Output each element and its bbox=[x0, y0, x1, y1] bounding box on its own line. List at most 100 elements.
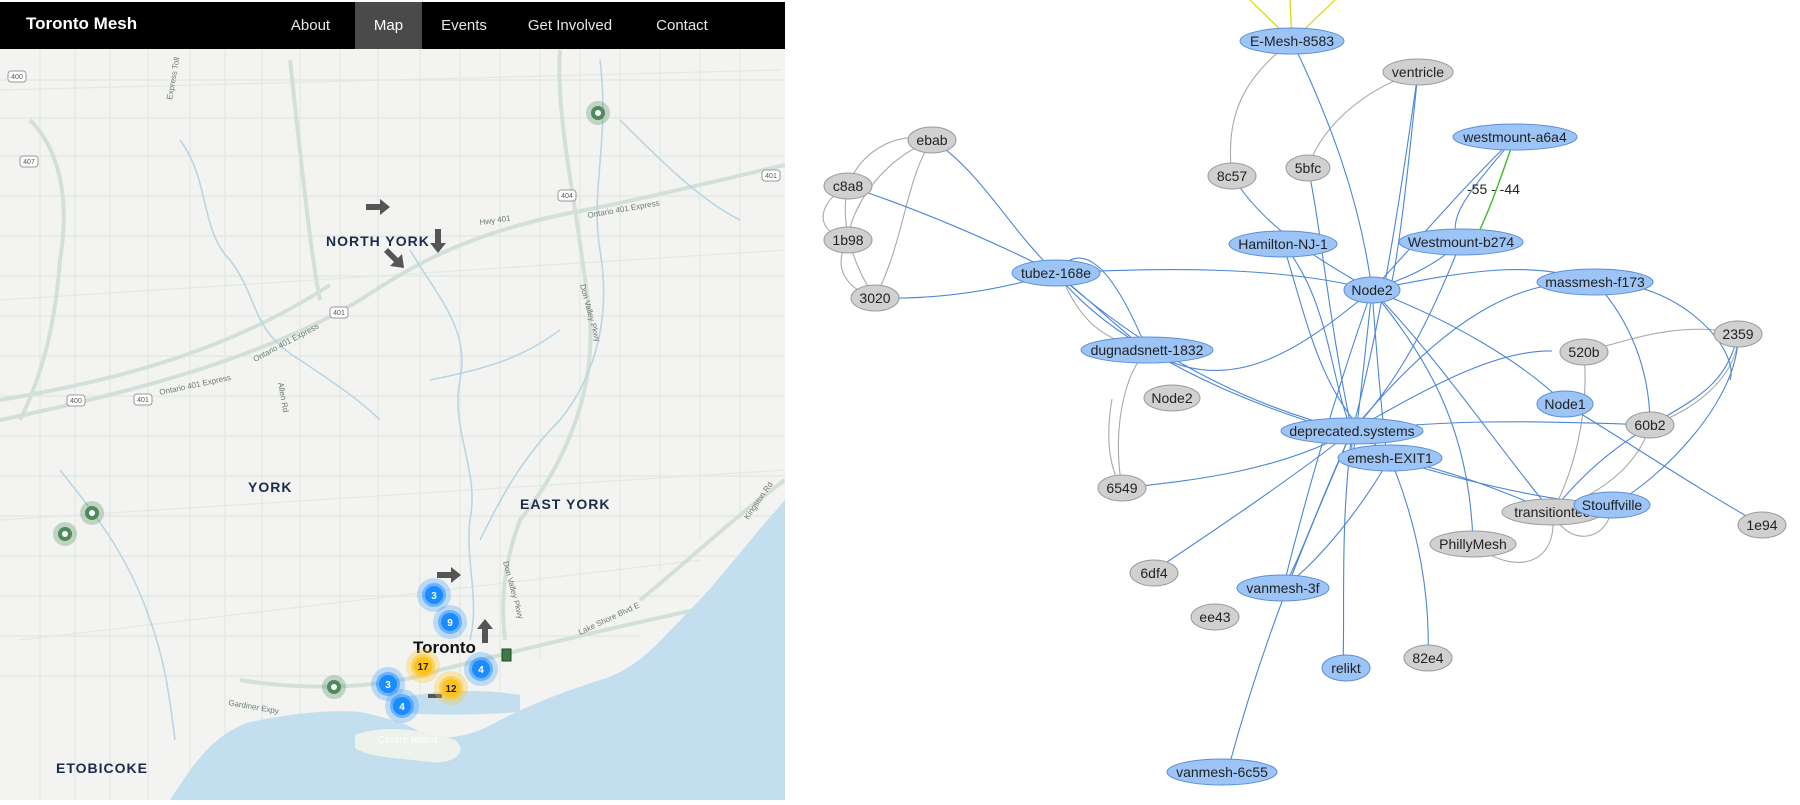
svg-text:Node1: Node1 bbox=[1544, 396, 1585, 412]
svg-text:520b: 520b bbox=[1568, 344, 1599, 360]
svg-text:5bfc: 5bfc bbox=[1295, 160, 1321, 176]
node-hamilton-nj-1: Hamilton-NJ-1 bbox=[1228, 230, 1338, 258]
node-1b98: 1b98 bbox=[823, 226, 873, 254]
site-marker-north bbox=[586, 101, 610, 125]
node-massmesh-f173: massmesh-f173 bbox=[1536, 268, 1654, 296]
shield-401-east: 401 bbox=[761, 169, 781, 182]
svg-text:dugnadsnett-1832: dugnadsnett-1832 bbox=[1091, 342, 1204, 358]
svg-text:deprecated.systems: deprecated.systems bbox=[1289, 423, 1414, 439]
svg-text:vanmesh-6c55: vanmesh-6c55 bbox=[1176, 764, 1268, 780]
shield-400-north: 400 bbox=[7, 70, 27, 83]
svg-text:400: 400 bbox=[70, 398, 82, 405]
node-ee43: ee43 bbox=[1190, 603, 1240, 631]
svg-text:3020: 3020 bbox=[859, 290, 890, 306]
node-westmount-b274: Westmount-b274 bbox=[1398, 228, 1524, 256]
node-1e94: 1e94 bbox=[1737, 511, 1787, 539]
svg-text:tubez-168e: tubez-168e bbox=[1021, 265, 1091, 281]
cluster-marker-4-south: 4 bbox=[385, 689, 419, 723]
svg-text:Hamilton-NJ-1: Hamilton-NJ-1 bbox=[1238, 236, 1328, 252]
svg-text:3: 3 bbox=[385, 680, 391, 691]
edges-gray bbox=[822, 40, 1741, 563]
node-phillymesh: PhillyMesh bbox=[1429, 530, 1517, 558]
area-label-york: YORK bbox=[248, 479, 292, 495]
svg-text:6549: 6549 bbox=[1106, 480, 1137, 496]
svg-text:6df4: 6df4 bbox=[1140, 565, 1167, 581]
node-relikt: relikt bbox=[1321, 654, 1371, 682]
svg-text:massmesh-f173: massmesh-f173 bbox=[1545, 274, 1645, 290]
cluster-marker-12: 12 bbox=[434, 671, 468, 705]
svg-text:vanmesh-3f: vanmesh-3f bbox=[1246, 580, 1319, 596]
svg-text:400: 400 bbox=[11, 74, 23, 81]
svg-text:ee43: ee43 bbox=[1199, 609, 1230, 625]
svg-text:4: 4 bbox=[478, 665, 484, 676]
site-brand[interactable]: Toronto Mesh bbox=[26, 14, 137, 34]
svg-text:Stouffville: Stouffville bbox=[1582, 497, 1643, 513]
node-vanmesh-6c55: vanmesh-6c55 bbox=[1166, 758, 1278, 786]
svg-text:1e94: 1e94 bbox=[1746, 517, 1777, 533]
svg-text:2359: 2359 bbox=[1722, 326, 1753, 342]
cluster-marker-9: 9 bbox=[433, 605, 467, 639]
svg-text:E-Mesh-8583: E-Mesh-8583 bbox=[1250, 33, 1334, 49]
site-marker-south bbox=[322, 675, 346, 699]
graph-nodes[interactable]: E-Mesh-8583 ventricle westmount-a6a4 eba… bbox=[823, 27, 1787, 786]
node-6df4: 6df4 bbox=[1129, 559, 1179, 587]
nav-about[interactable]: About bbox=[272, 2, 349, 49]
node-ebab: ebab bbox=[907, 126, 957, 154]
node-node1: Node1 bbox=[1536, 390, 1594, 418]
nav-map[interactable]: Map bbox=[355, 2, 422, 49]
svg-text:17: 17 bbox=[417, 662, 429, 673]
svg-text:407: 407 bbox=[23, 159, 35, 166]
svg-text:8c57: 8c57 bbox=[1217, 168, 1248, 184]
svg-text:PhillyMesh: PhillyMesh bbox=[1439, 536, 1507, 552]
svg-text:relikt: relikt bbox=[1331, 660, 1361, 676]
mesh-network-graph[interactable]: -55 - -44 E-Mesh-8583 ventricle westmoun… bbox=[785, 0, 1800, 800]
svg-text:Westmount-b274: Westmount-b274 bbox=[1408, 234, 1515, 250]
nav-contact[interactable]: Contact bbox=[636, 2, 728, 49]
node-2359: 2359 bbox=[1713, 320, 1763, 348]
area-label-etobicoke: ETOBICOKE bbox=[56, 760, 148, 776]
svg-text:emesh-EXIT1: emesh-EXIT1 bbox=[1347, 450, 1433, 466]
area-label-north-york: NORTH YORK bbox=[326, 233, 430, 249]
node-stouffville: Stouffville bbox=[1573, 491, 1651, 519]
cluster-marker-17: 17 bbox=[406, 649, 440, 683]
node-520b: 520b bbox=[1559, 338, 1609, 366]
svg-text:401: 401 bbox=[765, 173, 777, 180]
node-60b2: 60b2 bbox=[1625, 411, 1675, 439]
node-5bfc: 5bfc bbox=[1285, 154, 1331, 182]
svg-text:9: 9 bbox=[447, 618, 453, 629]
svg-text:12: 12 bbox=[445, 684, 457, 695]
node-node2-gray: Node2 bbox=[1143, 384, 1201, 412]
cluster-marker-4-east: 4 bbox=[464, 652, 498, 686]
svg-text:404: 404 bbox=[561, 193, 573, 200]
node-tubez-168e: tubez-168e bbox=[1011, 259, 1101, 287]
green-site-marker[interactable] bbox=[501, 648, 512, 662]
node-deprecated-systems: deprecated.systems bbox=[1280, 417, 1424, 445]
svg-text:60b2: 60b2 bbox=[1634, 417, 1665, 433]
mesh-node-map[interactable]: 400 407 401 404 401 401 400 Hwy 401 Onta… bbox=[0, 49, 785, 800]
svg-text:4: 4 bbox=[399, 702, 405, 713]
svg-text:c8a8: c8a8 bbox=[833, 178, 864, 194]
edge-label-signal: -55 - -44 bbox=[1467, 181, 1520, 197]
shield-401-west: 401 bbox=[133, 393, 153, 406]
svg-text:3: 3 bbox=[431, 591, 437, 602]
node-dugnadsnett-1832: dugnadsnett-1832 bbox=[1080, 336, 1214, 364]
svg-text:ventricle: ventricle bbox=[1392, 64, 1444, 80]
svg-text:Node2: Node2 bbox=[1151, 390, 1192, 406]
node-c8a8: c8a8 bbox=[823, 172, 873, 200]
nav-events[interactable]: Events bbox=[422, 2, 506, 49]
site-marker-west-2 bbox=[53, 522, 77, 546]
svg-text:westmount-a6a4: westmount-a6a4 bbox=[1462, 129, 1567, 145]
svg-text:401: 401 bbox=[333, 310, 345, 317]
nav-get-involved[interactable]: Get Involved bbox=[508, 2, 632, 49]
shield-401-mid: 401 bbox=[329, 306, 349, 319]
edges-blue bbox=[847, 40, 1763, 771]
node-westmount-a6a4: westmount-a6a4 bbox=[1452, 123, 1578, 151]
node-vanmesh-3f: vanmesh-3f bbox=[1236, 574, 1330, 602]
site-marker-west-1 bbox=[80, 501, 104, 525]
node-ventricle: ventricle bbox=[1382, 58, 1454, 86]
node-emesh-exit1: emesh-EXIT1 bbox=[1337, 444, 1443, 472]
node-3020: 3020 bbox=[850, 284, 900, 312]
node-node2-hub: Node2 bbox=[1343, 276, 1401, 304]
shield-407: 407 bbox=[19, 155, 39, 168]
svg-text:401: 401 bbox=[137, 397, 149, 404]
